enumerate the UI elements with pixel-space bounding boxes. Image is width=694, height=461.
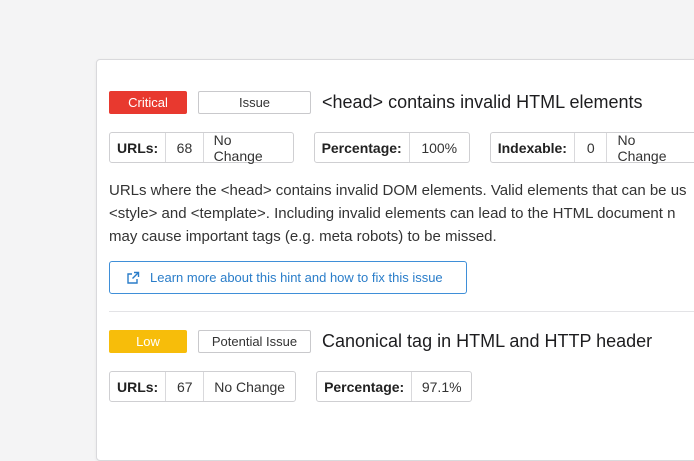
issue-title[interactable]: Canonical tag in HTML and HTTP header xyxy=(322,331,652,352)
hints-card: Critical Issue <head> contains invalid H… xyxy=(96,59,694,461)
stat-value: 67 xyxy=(166,372,205,401)
learn-more-button[interactable]: Learn more about this hint and how to fi… xyxy=(109,261,467,294)
stat-label: Indexable: xyxy=(491,133,575,162)
description-line: URLs where the <head> contains invalid D… xyxy=(109,182,687,199)
stat-change: No Change xyxy=(213,131,263,164)
stat-percentage[interactable]: Percentage: 97.1% xyxy=(316,371,473,402)
stat-value: 100% xyxy=(421,139,458,156)
stat-label: URLs: xyxy=(110,133,167,162)
issue-stats-2: URLs: 67 No Change Percentage: 97.1% xyxy=(109,371,492,402)
stat-urls[interactable]: URLs: 68 No Change xyxy=(109,131,294,164)
severity-badge-critical: Critical xyxy=(109,91,187,114)
description-line: <style> and <template>. Including invali… xyxy=(109,205,676,222)
stat-change: No Change xyxy=(617,131,667,164)
stat-percentage[interactable]: Percentage: 100% xyxy=(313,132,470,163)
issue-type-badge: Potential Issue xyxy=(198,330,311,353)
external-link-icon xyxy=(127,271,140,284)
issue-header-1: Critical Issue <head> contains invalid H… xyxy=(109,91,643,114)
stat-label: Percentage: xyxy=(317,372,413,401)
stat-change: No Change xyxy=(214,378,286,395)
description-line: may cause important tags (e.g. meta robo… xyxy=(109,228,497,245)
stat-value: 0 xyxy=(575,133,608,162)
issue-description: URLs where the <head> contains invalid D… xyxy=(109,179,694,248)
stat-label: URLs: xyxy=(110,372,167,401)
learn-more-label: Learn more about this hint and how to fi… xyxy=(150,270,443,285)
issue-stats-1: URLs: 68 No Change Percentage: 100% Inde… xyxy=(109,131,694,164)
issue-header-2: Low Potential Issue Canonical tag in HTM… xyxy=(109,330,652,353)
stat-indexable[interactable]: Indexable: 0 No Change xyxy=(489,131,694,164)
stat-value: 97.1% xyxy=(421,378,462,395)
stat-urls[interactable]: URLs: 67 No Change xyxy=(109,371,297,402)
divider xyxy=(109,311,694,312)
severity-badge-low: Low xyxy=(109,330,187,353)
stat-value: 68 xyxy=(166,133,204,162)
issue-title[interactable]: <head> contains invalid HTML elements xyxy=(322,92,643,113)
issue-type-badge: Issue xyxy=(198,91,311,114)
stat-label: Percentage: xyxy=(315,133,410,162)
